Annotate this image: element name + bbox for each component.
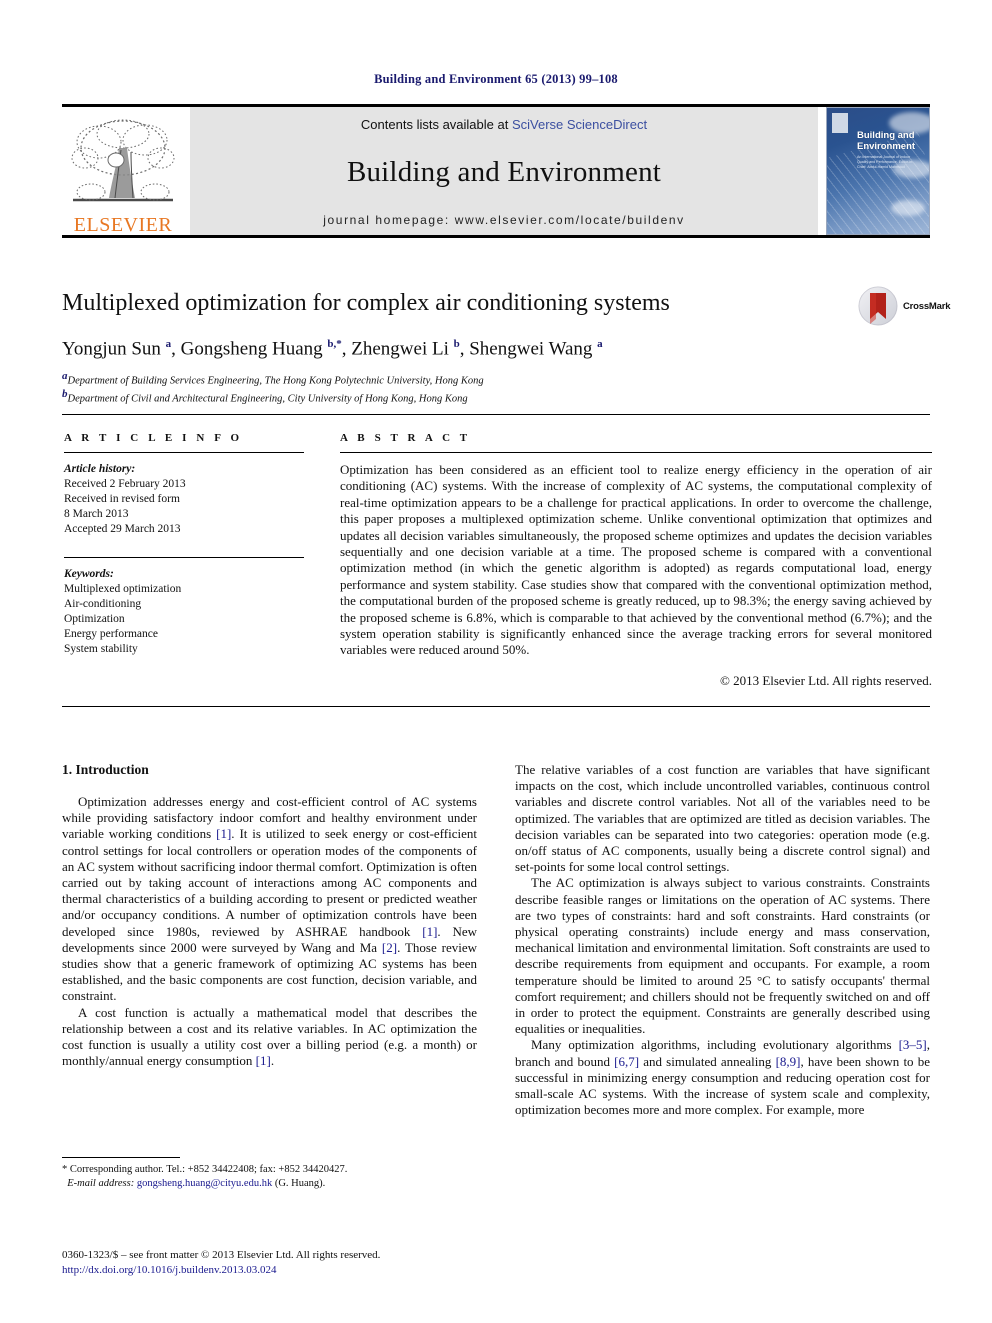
affiliation-a-text: Department of Building Services Engineer… [67, 375, 484, 387]
body-column-right: The relative variables of a cost functio… [515, 762, 930, 1162]
article-info-heading: A R T I C L E I N F O [64, 432, 243, 444]
paper-page: Building and Environment 65 (2013) 99–10… [0, 0, 992, 1323]
keyword-2: Optimization [64, 613, 125, 625]
article-history-1: Received in revised form [64, 493, 180, 505]
cover-cloud-3 [891, 200, 925, 216]
cover-title: Building and Environment [857, 130, 915, 152]
body-paragraph-right-2: Many optimization algorithms, including … [515, 1037, 930, 1118]
body-paragraph-left-0: Optimization addresses energy and cost-e… [62, 794, 478, 1004]
keyword-0: Multiplexed optimization [64, 583, 182, 595]
elsevier-tree-icon [71, 119, 175, 202]
sciencedirect-link[interactable]: SciVerse ScienceDirect [512, 117, 647, 132]
crossmark-icon [858, 286, 898, 326]
cover-title-line1: Building and [857, 130, 915, 141]
crossmark-label: CrossMark [903, 300, 951, 312]
issn-copyright-line: 0360-1323/$ – see front matter © 2013 El… [62, 1249, 381, 1261]
contents-list-line: Contents lists available at SciVerse Sci… [361, 117, 647, 132]
article-history-0: Received 2 February 2013 [64, 478, 186, 490]
keyword-3: Energy performance [64, 628, 158, 640]
body-paragraph-right-0: The relative variables of a cost functio… [515, 762, 930, 875]
info-rule-bottom [62, 706, 930, 707]
journal-cover-thumbnail: Building and Environment An Internationa… [826, 107, 930, 235]
body-paragraph-right-1: The AC optimization is always subject to… [515, 875, 930, 1037]
article-history-3: Accepted 29 March 2013 [64, 523, 181, 535]
cover-elsevier-mark [832, 113, 848, 133]
article-history-2: 8 March 2013 [64, 508, 129, 520]
body-column-left: 1. Introduction Optimization addresses e… [62, 762, 477, 1162]
body-columns: 1. Introduction Optimization addresses e… [62, 762, 930, 1162]
running-head: Building and Environment 65 (2013) 99–10… [374, 72, 618, 86]
affiliation-b-text: Department of Civil and Architectural En… [67, 393, 468, 405]
article-info-section: A R T I C L E I N F O Article history: R… [64, 432, 304, 657]
info-rule-top [62, 414, 930, 415]
article-info-heading-rule [64, 452, 304, 453]
page-title: Multiplexed optimization for complex air… [62, 290, 670, 316]
journal-band: Contents lists available at SciVerse Sci… [190, 107, 818, 235]
email-note: E-mail address: gongsheng.huang@cityu.ed… [62, 1177, 477, 1191]
cover-subtitle: An International Journal of Indoor Quali… [857, 155, 914, 169]
footnote-block: * Corresponding author. Tel.: +852 34422… [62, 1157, 477, 1191]
keyword-4: System stability [64, 643, 138, 655]
author-list: Yongjun Sun a, Gongsheng Huang b,*, Zhen… [62, 338, 603, 360]
keywords-label: Keywords: [64, 568, 114, 580]
contents-prefix: Contents lists available at [360, 117, 512, 132]
keywords-rule [64, 557, 304, 558]
affiliation-b: bDepartment of Civil and Architectural E… [62, 387, 468, 405]
article-info-spacer [64, 537, 304, 551]
footer-block: 0360-1323/$ – see front matter © 2013 El… [62, 1248, 542, 1277]
email-link[interactable]: gongsheng.huang@cityu.edu.hk [137, 1178, 272, 1189]
abstract-heading-rule [340, 452, 932, 453]
email-label: E-mail address: [67, 1178, 135, 1189]
corresponding-author-note: * Corresponding author. Tel.: +852 34422… [62, 1164, 348, 1175]
abstract-heading: A B S T R A C T [340, 432, 471, 444]
abstract-copyright: © 2013 Elsevier Ltd. All rights reserved… [719, 672, 932, 688]
article-history-label: Article history: [64, 463, 136, 475]
keyword-1: Air-conditioning [64, 598, 142, 610]
doi-link[interactable]: http://dx.doi.org/10.1016/j.buildenv.201… [62, 1263, 542, 1278]
crossmark-badge[interactable]: CrossMark [858, 285, 954, 327]
journal-header: ELSEVIER Contents lists available at Sci… [62, 104, 930, 238]
abstract-text: Optimization has been considered as an e… [340, 462, 932, 658]
elsevier-logo: ELSEVIER [62, 107, 184, 235]
affiliation-a: aDepartment of Building Services Enginee… [62, 370, 484, 387]
email-suffix: (G. Huang). [274, 1178, 326, 1189]
journal-homepage-link[interactable]: journal homepage: www.elsevier.com/locat… [323, 213, 685, 227]
journal-title: Building and Environment [346, 156, 662, 188]
title-block: Multiplexed optimization for complex air… [62, 288, 852, 405]
section-heading-introduction: 1. Introduction [62, 762, 149, 777]
footnote-rule [62, 1157, 180, 1158]
abstract-section: A B S T R A C T Optimization has been co… [340, 432, 932, 689]
header-rule-bottom [62, 235, 930, 238]
body-paragraph-left-1: A cost function is actually a mathematic… [62, 1004, 477, 1069]
elsevier-wordmark: ELSEVIER [73, 214, 173, 236]
cover-title-line2: Environment [857, 141, 916, 152]
